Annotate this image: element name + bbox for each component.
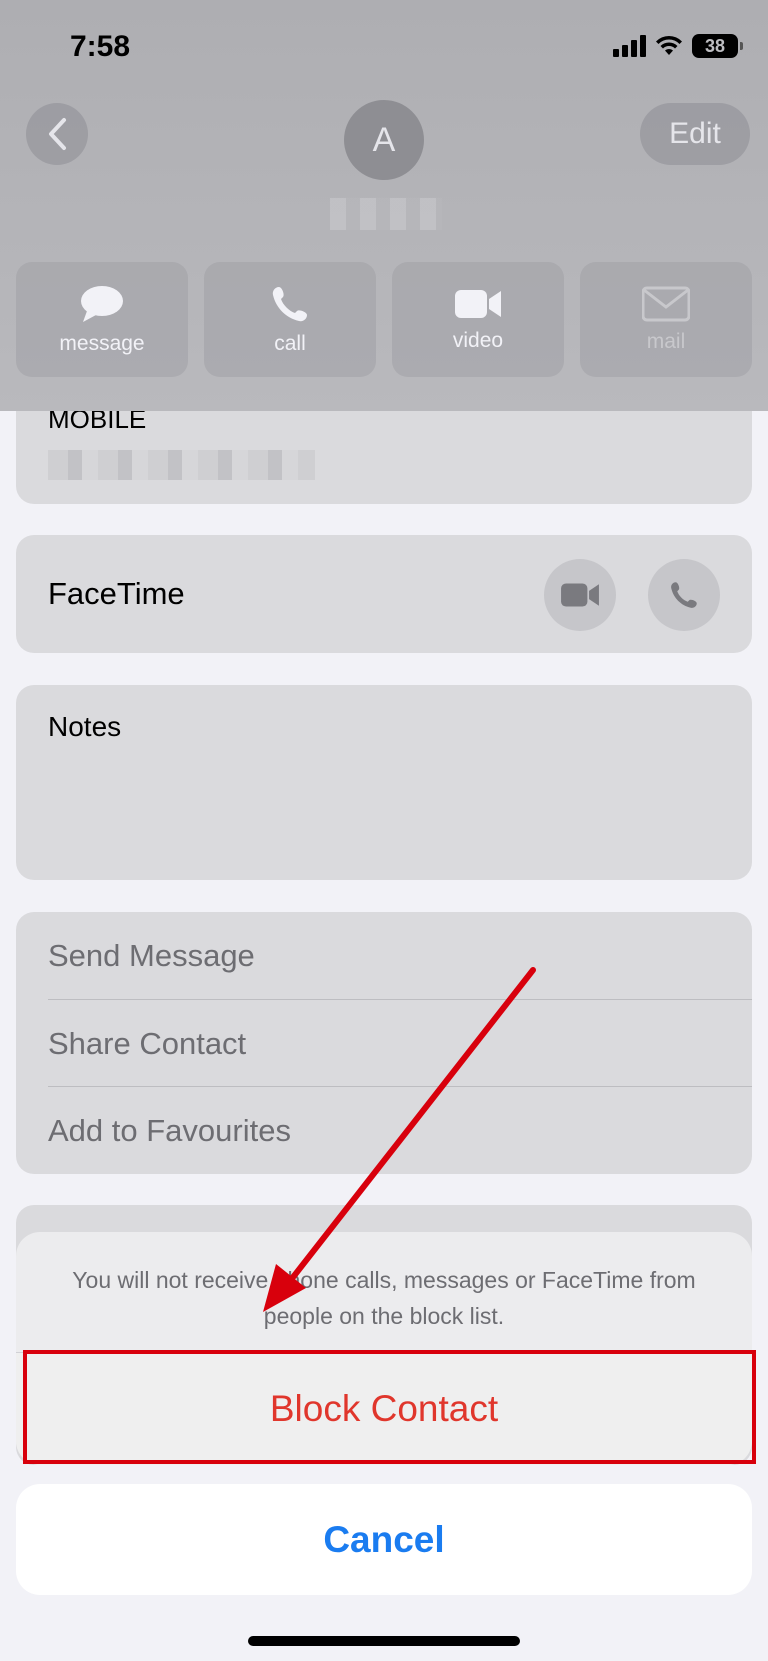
back-button[interactable]	[26, 103, 88, 165]
facetime-audio-button[interactable]	[648, 559, 720, 631]
home-indicator	[248, 1636, 520, 1646]
status-icons: 38	[613, 34, 743, 58]
send-message-option[interactable]: Send Message	[48, 912, 752, 999]
video-camera-icon	[561, 583, 599, 607]
contact-name-redacted	[330, 198, 442, 230]
battery-icon: 38	[692, 34, 743, 58]
phone-icon	[671, 582, 697, 608]
block-contact-button[interactable]: Block Contact	[16, 1352, 752, 1465]
phone-icon	[272, 286, 307, 321]
call-action-button[interactable]: call	[204, 262, 376, 377]
edit-button[interactable]: Edit	[640, 103, 750, 165]
chevron-left-icon	[49, 118, 66, 150]
block-warning-message: You will not receive phone calls, messag…	[72, 1267, 696, 1329]
quick-actions: message call video mail	[16, 262, 752, 377]
add-to-favourites-option[interactable]: Add to Favourites	[48, 1087, 752, 1174]
mail-action-label: mail	[646, 329, 686, 353]
contact-header: 7:58 38 A Edit message call video mail	[0, 0, 768, 411]
facetime-label: FaceTime	[48, 576, 185, 611]
facetime-video-button[interactable]	[544, 559, 616, 631]
phone-number-redacted	[48, 450, 315, 480]
video-camera-icon	[455, 289, 501, 318]
wifi-icon	[656, 35, 682, 55]
avatar: A	[344, 100, 424, 180]
envelope-icon	[642, 286, 690, 321]
call-action-label: call	[274, 331, 306, 355]
cancel-button[interactable]: Cancel	[16, 1484, 752, 1595]
notes-label: Notes	[48, 711, 122, 742]
share-contact-option[interactable]: Share Contact	[48, 1000, 752, 1087]
status-time: 7:58	[70, 30, 131, 63]
message-action-button[interactable]: message	[16, 262, 188, 377]
message-action-label: message	[59, 331, 145, 355]
cellular-signal-icon	[613, 35, 646, 57]
video-action-label: video	[452, 328, 504, 352]
message-bubble-icon	[81, 285, 123, 322]
block-action-sheet: You will not receive phone calls, messag…	[16, 1232, 752, 1465]
video-action-button[interactable]: video	[392, 262, 564, 377]
notes-card[interactable]: Notes	[16, 685, 752, 880]
facetime-card: FaceTime	[16, 535, 752, 653]
contact-options-list: Send Message Share Contact Add to Favour…	[16, 912, 752, 1174]
mail-action-button[interactable]: mail	[580, 262, 752, 377]
